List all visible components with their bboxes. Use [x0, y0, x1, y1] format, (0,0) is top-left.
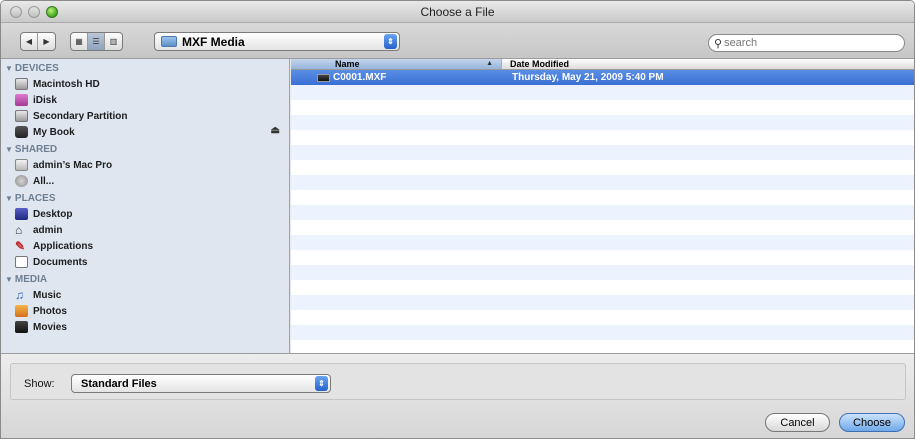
sidebar-item-music[interactable]: ♫ Music: [1, 287, 289, 303]
back-button[interactable]: ◀: [21, 33, 38, 50]
show-label: Show:: [24, 378, 55, 390]
forward-button[interactable]: ▶: [38, 33, 55, 50]
documents-icon: [15, 256, 28, 268]
file-dialog-window: Choose a File ◀ ▶ ▦ ☰ ▥ MXF Media ⇕ ⚲ ▼D…: [0, 0, 915, 439]
music-icon: ♫: [15, 288, 24, 302]
video-file-icon: [317, 73, 330, 82]
sidebar-group-places: ▼ PLACES Desktop ⌂ admin ✎ Applications Doc…: [1, 192, 289, 270]
group-title[interactable]: ▼ PLACES: [1, 192, 289, 206]
title-bar: Choose a File: [1, 1, 914, 23]
hard-drive-icon: [15, 78, 28, 90]
back-arrow-icon: ◀: [25, 37, 33, 46]
disclosure-triangle-icon: ▼: [5, 145, 13, 154]
disclosure-triangle-icon: ▼: [5, 194, 13, 203]
sidebar-item-secondary-partition[interactable]: Secondary Partition: [1, 108, 289, 124]
location-popup[interactable]: MXF Media ⇕: [154, 32, 400, 51]
sidebar-item-applications[interactable]: ✎ Applications: [1, 238, 289, 254]
sidebar-item-idisk[interactable]: iDisk: [1, 92, 289, 108]
file-row-selected[interactable]: C0001.MXF Thursday, May 21, 2009 5:40 PM: [291, 70, 914, 85]
folder-icon: [161, 36, 177, 47]
photos-icon: [15, 305, 28, 317]
group-title[interactable]: ▼ MEDIA: [1, 273, 289, 287]
external-drive-icon: [15, 126, 28, 138]
sidebar-item-photos[interactable]: Photos: [1, 303, 289, 319]
group-title[interactable]: ▼ DEVICES: [1, 62, 289, 76]
popup-arrows-icon: ⇕: [315, 376, 328, 391]
idisk-icon: [15, 94, 28, 106]
list-view-button[interactable]: ☰: [88, 33, 105, 50]
sidebar-item-movies[interactable]: Movies: [1, 319, 289, 335]
group-title[interactable]: ▼ SHARED: [1, 143, 289, 157]
disclosure-triangle-icon: ▼: [5, 64, 13, 73]
column-header-name[interactable]: Name ▲: [291, 59, 502, 69]
icon-view-button[interactable]: ▦: [71, 33, 88, 50]
dialog-footer: Show: Standard Files ⇕ Cancel Choose: [1, 353, 914, 438]
column-header-date-modified[interactable]: Date Modified: [502, 59, 914, 69]
disclosure-triangle-icon: ▼: [5, 275, 13, 284]
choose-button[interactable]: Choose: [839, 413, 905, 432]
sidebar-item-macintosh-hd[interactable]: Macintosh HD: [1, 76, 289, 92]
sidebar-item-admins-mac-pro[interactable]: admin’s Mac Pro: [1, 157, 289, 173]
toolbar: ◀ ▶ ▦ ☰ ▥ MXF Media ⇕ ⚲: [1, 23, 914, 59]
view-mode-buttons: ▦ ☰ ▥: [70, 32, 123, 51]
column-view-button[interactable]: ▥: [105, 33, 122, 50]
icon-view-icon: ▦: [75, 37, 83, 46]
sidebar-item-documents[interactable]: Documents: [1, 254, 289, 270]
applications-icon: ✎: [15, 239, 26, 253]
computer-icon: [15, 159, 28, 171]
sidebar-item-all[interactable]: All...: [1, 173, 289, 189]
sidebar-group-shared: ▼ SHARED admin’s Mac Pro All...: [1, 143, 289, 189]
sidebar-group-devices: ▼ DEVICES Macintosh HD iDisk Secondary Pa…: [1, 62, 289, 140]
movies-icon: [15, 321, 28, 333]
file-name: C0001.MXF: [333, 72, 387, 83]
file-list: Name ▲ Date Modified C0001.MXF Thursday, …: [291, 59, 914, 353]
column-view-icon: ▥: [109, 37, 118, 46]
forward-arrow-icon: ▶: [43, 37, 50, 46]
navigation-buttons: ◀ ▶: [20, 32, 56, 51]
search-input[interactable]: [724, 37, 895, 49]
sidebar-item-desktop[interactable]: Desktop: [1, 206, 289, 222]
show-popup-value: Standard Files: [81, 377, 157, 390]
home-icon: ⌂: [15, 223, 23, 237]
sidebar-group-media: ▼ MEDIA ♫ Music Photos Movies: [1, 273, 289, 335]
search-field[interactable]: ⚲: [708, 34, 905, 52]
sidebar-item-admin[interactable]: ⌂ admin: [1, 222, 289, 238]
list-view-icon: ☰: [92, 37, 100, 46]
sort-ascending-icon: ▲: [486, 60, 493, 67]
sidebar: ▼ DEVICES Macintosh HD iDisk Secondary Pa…: [1, 59, 290, 353]
desktop-icon: [15, 208, 28, 220]
window-title: Choose a File: [420, 5, 495, 19]
sidebar-item-my-book[interactable]: My Book ⏏: [1, 124, 289, 140]
list-header: Name ▲ Date Modified: [291, 59, 914, 70]
location-label: MXF Media: [182, 34, 245, 49]
cancel-button[interactable]: Cancel: [765, 413, 830, 432]
network-icon: [15, 175, 28, 187]
file-date-modified: Thursday, May 21, 2009 5:40 PM: [512, 72, 664, 83]
eject-icon[interactable]: ⏏: [271, 125, 280, 136]
hard-drive-icon: [15, 110, 28, 122]
popup-arrows-icon: ⇕: [384, 34, 397, 49]
file-rows: C0001.MXF Thursday, May 21, 2009 5:40 PM: [291, 70, 914, 353]
show-file-type-popup[interactable]: Standard Files ⇕: [71, 374, 331, 393]
search-icon: ⚲: [714, 37, 723, 50]
